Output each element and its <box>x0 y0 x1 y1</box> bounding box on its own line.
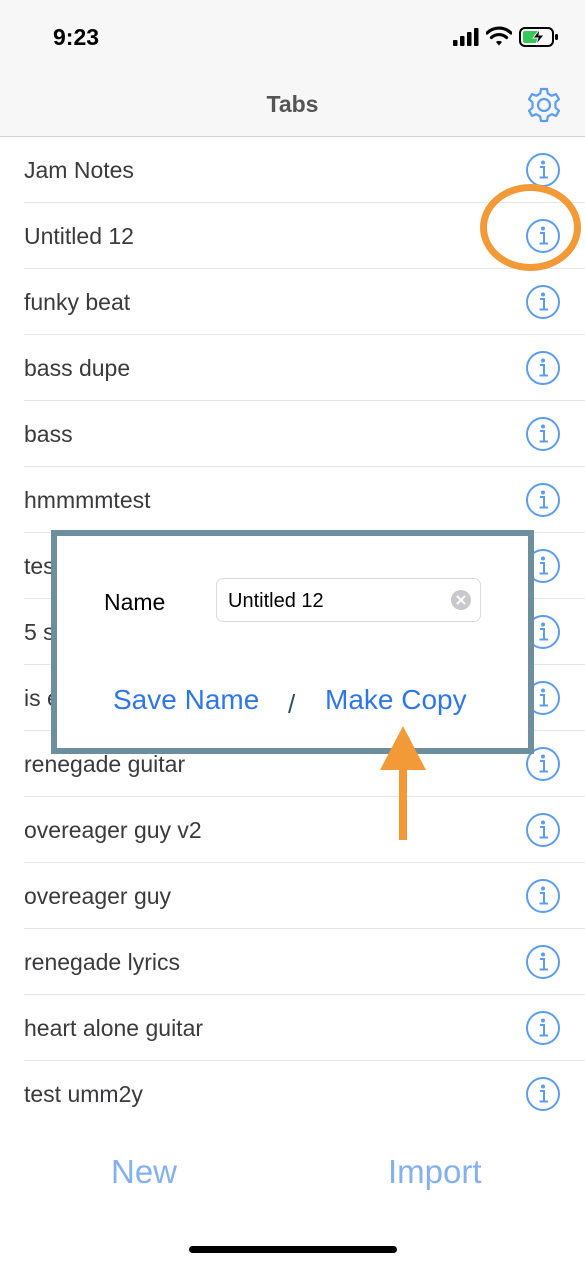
rename-popup: Name Untitled 12 Save Name / Make Copy <box>51 530 534 754</box>
info-icon[interactable] <box>525 350 561 386</box>
list-item-label: Jam Notes <box>24 157 134 183</box>
page-title: Tabs <box>266 91 319 117</box>
list-item-label: overeager guy <box>24 883 172 909</box>
list-item-label: overeager guy v2 <box>24 817 202 843</box>
clear-icon[interactable] <box>451 590 471 610</box>
list-item-label: funky beat <box>24 289 131 315</box>
info-icon[interactable] <box>525 1076 561 1112</box>
list-item[interactable]: bass <box>0 401 585 467</box>
list-item-label: Untitled 12 <box>24 223 134 249</box>
list-item[interactable]: renegade lyrics <box>0 929 585 995</box>
battery-icon <box>519 27 558 47</box>
name-field[interactable]: Untitled 12 <box>216 578 481 622</box>
list-item[interactable]: test umm2y <box>0 1061 585 1127</box>
make-copy-button[interactable]: Make Copy <box>325 684 467 716</box>
list-item-label: bass dupe <box>24 355 131 381</box>
list-item-label: renegade lyrics <box>24 949 180 975</box>
status-bar: 9:23 <box>0 0 585 72</box>
new-button[interactable]: New <box>111 1153 177 1191</box>
nav-bar: Tabs <box>0 72 585 137</box>
list-item-label: heart alone guitar <box>24 1015 204 1041</box>
info-icon[interactable] <box>525 284 561 320</box>
info-icon[interactable] <box>525 944 561 980</box>
info-icon[interactable] <box>525 482 561 518</box>
signal-icon <box>453 28 479 46</box>
list-item[interactable]: overeager guy <box>0 863 585 929</box>
gear-icon[interactable] <box>525 86 563 124</box>
import-button[interactable]: Import <box>388 1153 482 1191</box>
highlight-circle <box>480 184 581 271</box>
list-item-label: bass <box>24 421 73 447</box>
name-field-value: Untitled 12 <box>228 590 324 612</box>
info-icon[interactable] <box>525 1010 561 1046</box>
status-time: 9:23 <box>53 24 100 50</box>
list-item[interactable]: bass dupe <box>0 335 585 401</box>
list-item[interactable]: funky beat <box>0 269 585 335</box>
name-label: Name <box>104 589 166 615</box>
list-item-label: test umm2y <box>24 1081 143 1107</box>
arrow-up-icon <box>380 726 426 840</box>
button-separator: / <box>288 689 296 719</box>
list-item-label: renegade guitar <box>24 751 186 777</box>
save-name-button[interactable]: Save Name <box>113 684 259 716</box>
home-indicator[interactable] <box>189 1246 397 1253</box>
wifi-icon <box>486 26 512 46</box>
list-item[interactable]: heart alone guitar <box>0 995 585 1061</box>
list-item-label: hmmmmtest <box>24 487 151 513</box>
list-item[interactable]: hmmmmtest <box>0 467 585 533</box>
list-item[interactable]: overeager guy v2 <box>0 797 585 863</box>
info-icon[interactable] <box>525 152 561 188</box>
info-icon[interactable] <box>525 416 561 452</box>
info-icon[interactable] <box>525 878 561 914</box>
info-icon[interactable] <box>525 812 561 848</box>
